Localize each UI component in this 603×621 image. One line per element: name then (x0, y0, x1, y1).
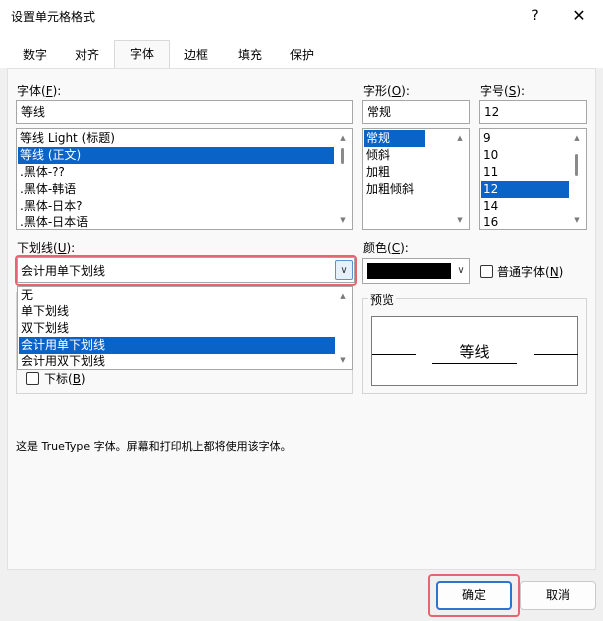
tab-alignment[interactable]: 对齐 (65, 42, 109, 68)
color-label: 颜色(C): (363, 241, 409, 255)
size-list[interactable]: 9 10 11 12 14 16 ▲ ▼ (479, 128, 587, 230)
size-label: 字号(S): (480, 84, 526, 98)
list-item[interactable]: .黑体-日本? (18, 198, 334, 215)
list-item[interactable]: 等线 Light (标题) (18, 130, 334, 147)
style-input[interactable]: 常规 (362, 100, 470, 124)
scroll-thumb[interactable] (575, 154, 578, 176)
underline-label: 下划线(U): (17, 241, 76, 255)
list-item[interactable]: 加粗 (364, 164, 452, 181)
normal-font-checkbox[interactable] (480, 265, 493, 278)
scroll-down-icon[interactable]: ▼ (335, 352, 351, 368)
ok-button[interactable]: 确定 (436, 581, 512, 610)
help-button[interactable]: ? (522, 4, 548, 28)
tab-protection[interactable]: 保护 (280, 42, 324, 68)
list-item[interactable]: 双下划线 (19, 320, 335, 337)
font-label: 字体(F): (17, 84, 62, 98)
color-swatch (367, 263, 451, 279)
list-item[interactable]: 无 (19, 287, 335, 304)
preview-label: 预览 (368, 291, 397, 308)
window-title: 设置单元格格式 (11, 10, 96, 24)
list-item[interactable]: 单下划线 (19, 303, 335, 320)
list-item-selected[interactable]: 常规 (364, 130, 425, 147)
tab-number[interactable]: 数字 (13, 42, 57, 68)
subscript-checkbox[interactable] (26, 372, 39, 385)
style-list[interactable]: 常规 倾斜 加粗 加粗倾斜 ▲ ▼ (362, 128, 470, 230)
underline-value: 会计用单下划线 (21, 264, 106, 278)
underline-dropdown[interactable]: 会计用单下划线 ∨ (17, 257, 355, 283)
list-item[interactable]: 11 (481, 164, 569, 181)
scroll-up-icon[interactable]: ▲ (569, 130, 585, 146)
font-list[interactable]: 等线 Light (标题) 等线 (正文) .黑体-?? .黑体-韩语 .黑体-… (16, 128, 353, 230)
scroll-up-icon[interactable]: ▲ (335, 130, 351, 146)
normal-font-label: 普通字体(N) (497, 265, 564, 279)
scroll-thumb[interactable] (341, 148, 344, 164)
scroll-down-icon[interactable]: ▼ (569, 212, 585, 228)
list-item-selected[interactable]: 等线 (正文) (18, 147, 334, 164)
tab-fill[interactable]: 填充 (228, 42, 272, 68)
scroll-up-icon[interactable]: ▲ (452, 130, 468, 146)
scroll-up-icon[interactable]: ▲ (335, 288, 351, 304)
list-item-selected[interactable]: 会计用单下划线 (19, 337, 335, 354)
list-item[interactable]: .黑体-?? (18, 164, 334, 181)
list-item-selected[interactable]: 12 (481, 181, 569, 198)
color-picker[interactable]: ∨ (362, 258, 470, 284)
style-scrollbar[interactable]: ▲ ▼ (452, 130, 468, 228)
preview-text: 等线 (432, 341, 517, 364)
underline-scrollbar[interactable]: ▲ ▼ (335, 288, 351, 368)
close-button[interactable]: ✕ (566, 4, 592, 28)
chevron-down-icon[interactable]: ∨ (335, 260, 353, 280)
tab-font[interactable]: 字体 (114, 40, 170, 69)
list-item[interactable]: 14 (481, 198, 569, 215)
preview-line-left (372, 354, 416, 355)
font-info-text: 这是 TrueType 字体。屏幕和打印机上都将使用该字体。 (16, 440, 292, 453)
list-item[interactable]: 9 (481, 130, 569, 147)
subscript-label: 下标(B) (44, 372, 86, 386)
scroll-down-icon[interactable]: ▼ (335, 212, 351, 228)
preview-line-right (534, 354, 578, 355)
underline-options[interactable]: 无 单下划线 双下划线 会计用单下划线 会计用双下划线 ▲ ▼ (17, 286, 353, 370)
size-scrollbar[interactable]: ▲ ▼ (569, 130, 585, 228)
cancel-button[interactable]: 取消 (520, 581, 596, 610)
font-input[interactable]: 等线 (16, 100, 353, 124)
style-label: 字形(O): (363, 84, 410, 98)
chevron-down-icon[interactable]: ∨ (452, 261, 470, 281)
list-item[interactable]: .黑体-韩语 (18, 181, 334, 198)
list-item[interactable]: 会计用双下划线 (19, 353, 335, 370)
list-item[interactable]: 16 (481, 214, 569, 231)
preview-box: 等线 (371, 316, 578, 386)
list-item[interactable]: 10 (481, 147, 569, 164)
list-item[interactable]: .黑体-日本语 (18, 214, 334, 231)
size-input[interactable]: 12 (479, 100, 587, 124)
font-scrollbar[interactable]: ▲ ▼ (335, 130, 351, 228)
list-item[interactable]: 倾斜 (364, 147, 452, 164)
scroll-down-icon[interactable]: ▼ (452, 212, 468, 228)
list-item[interactable]: 加粗倾斜 (364, 181, 452, 198)
tab-border[interactable]: 边框 (174, 42, 218, 68)
